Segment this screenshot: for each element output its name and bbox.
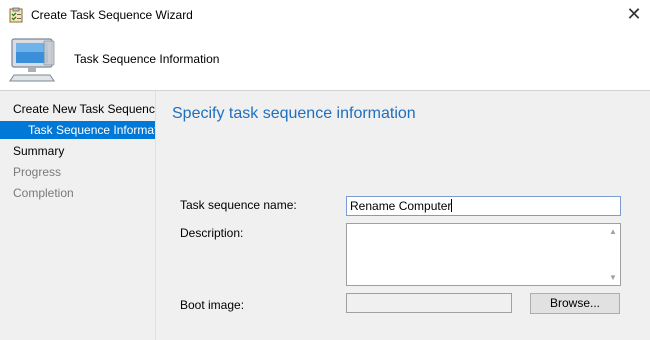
close-button[interactable]: ✕: [620, 2, 648, 26]
nav-item-label: Task Sequence Information: [28, 123, 155, 137]
window-title: Create Task Sequence Wizard: [31, 8, 193, 22]
task-sequence-name-value: Rename Computer: [350, 199, 452, 213]
wizard-nav: Create New Task Sequence Task Sequence I…: [0, 91, 156, 340]
page-heading: Specify task sequence information: [172, 105, 416, 122]
nav-item-label: Completion: [13, 186, 74, 200]
nav-item-summary: Summary: [0, 142, 155, 160]
computer-icon: [9, 38, 55, 82]
task-sequence-name-label: Task sequence name:: [180, 198, 297, 212]
nav-item-task-sequence-information: Task Sequence Information: [0, 121, 155, 139]
nav-item-completion: Completion: [0, 184, 155, 202]
description-label: Description:: [180, 226, 244, 240]
nav-item-label: Progress: [13, 165, 62, 179]
boot-image-field: [346, 293, 512, 313]
title-bar: Create Task Sequence Wizard ✕: [0, 0, 650, 30]
clipboard-checklist-icon: [9, 7, 23, 23]
nav-item-label: Summary: [13, 144, 65, 158]
scroll-up-arrow-icon[interactable]: ▲: [608, 227, 618, 236]
browse-button[interactable]: Browse...: [530, 293, 620, 314]
close-icon: ✕: [626, 4, 642, 24]
wizard-content: Specify task sequence information Task s…: [156, 91, 650, 340]
text-caret: [451, 199, 453, 212]
nav-item-create-new-task-sequence: Create New Task Sequence: [0, 100, 155, 118]
nav-item-progress: Progress: [0, 163, 155, 181]
description-input[interactable]: ▲ ▼: [346, 223, 621, 286]
wizard-header: Task Sequence Information: [0, 30, 650, 90]
header-title: Task Sequence Information: [74, 52, 220, 66]
scroll-down-arrow-icon[interactable]: ▼: [608, 273, 618, 282]
browse-button-label: Browse...: [549, 296, 600, 310]
boot-image-label: Boot image:: [180, 298, 245, 312]
nav-item-label: Create New Task Sequence: [13, 102, 155, 116]
task-sequence-name-input[interactable]: Rename Computer: [346, 196, 621, 216]
